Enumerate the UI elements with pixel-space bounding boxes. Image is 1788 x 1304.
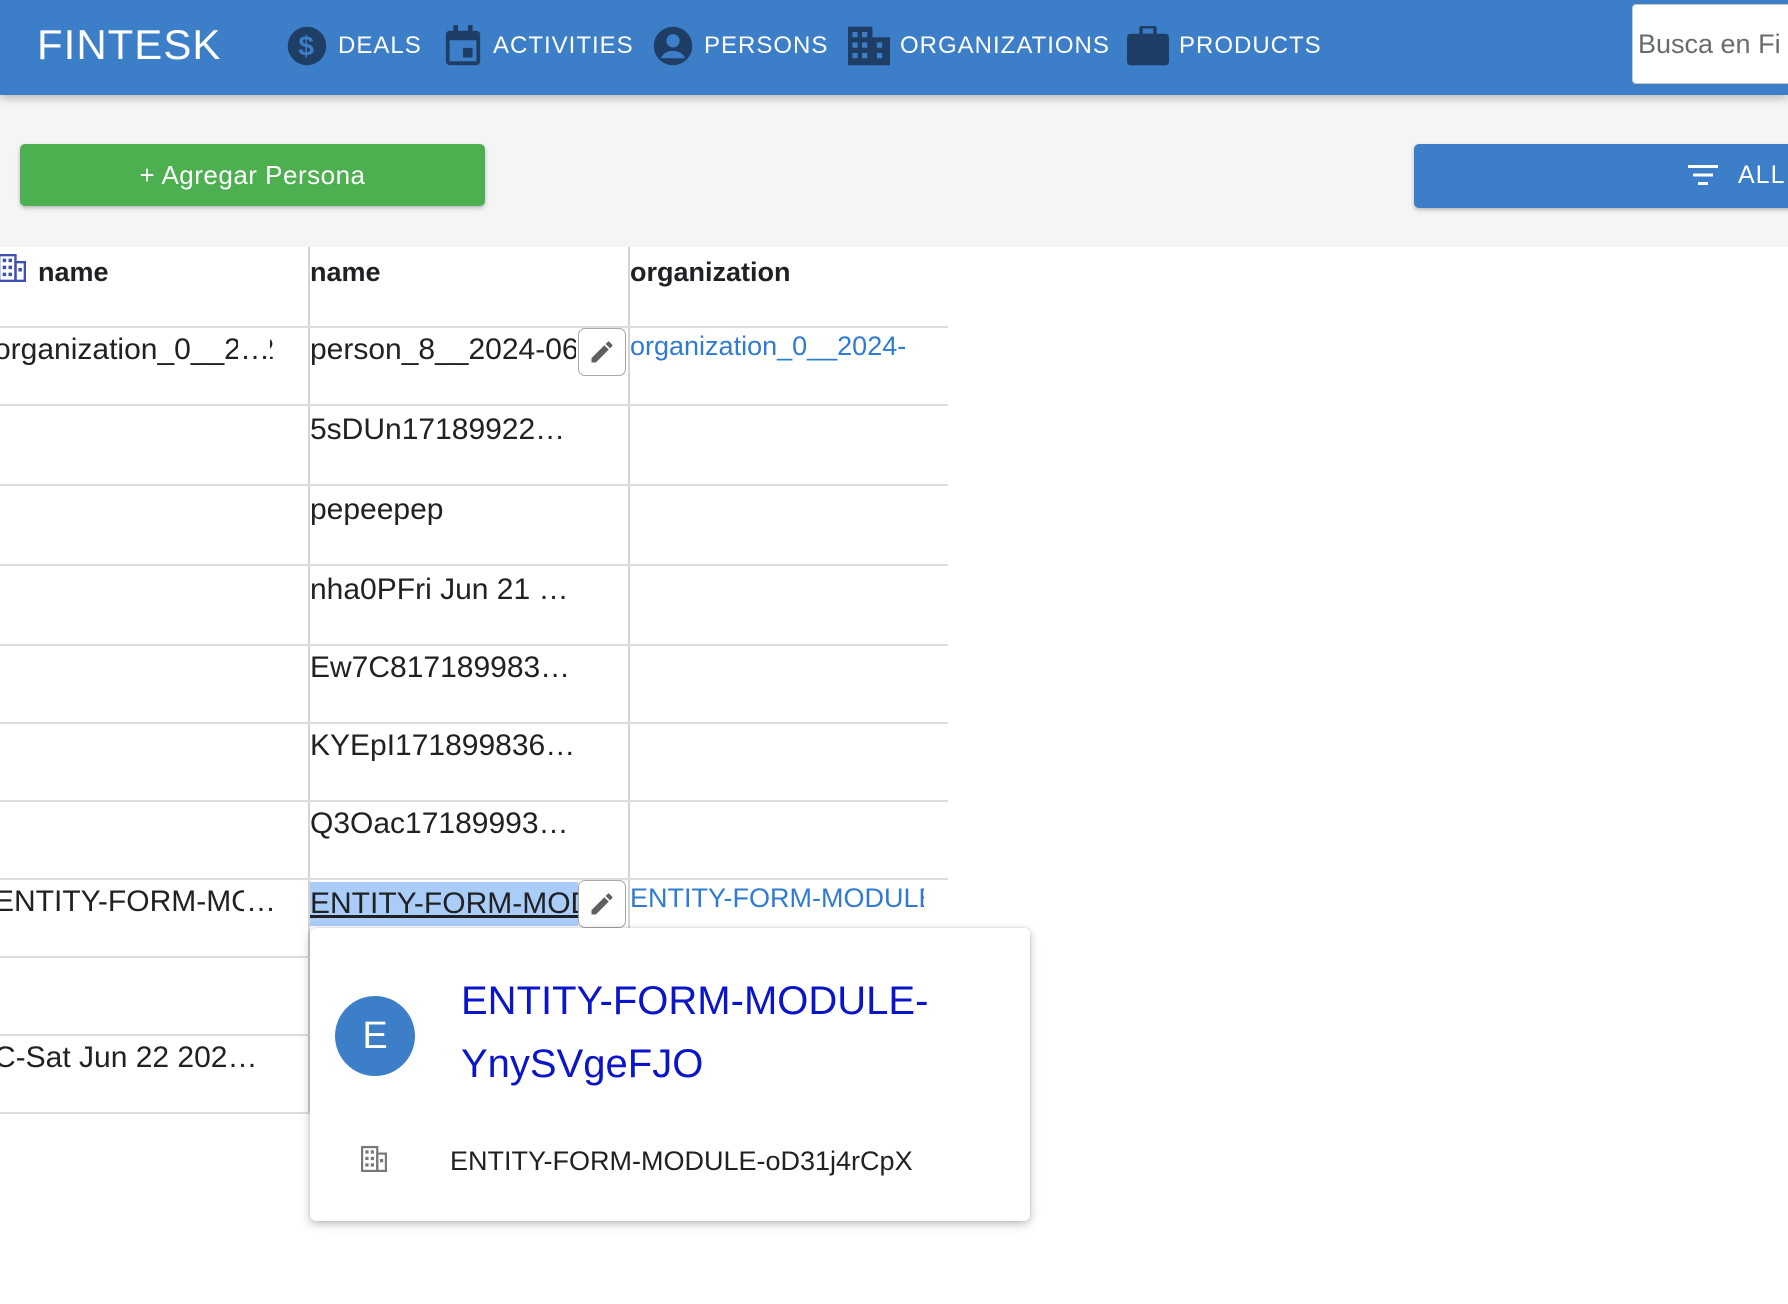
nav-deals-label: DEALS bbox=[338, 32, 422, 59]
row-divider bbox=[0, 404, 948, 406]
row-divider bbox=[0, 800, 948, 802]
table-cell-name[interactable]: nha0PFri Jun 21 … bbox=[310, 573, 620, 607]
row-divider bbox=[0, 722, 948, 724]
nav-organizations-label: ORGANIZATIONS bbox=[900, 32, 1110, 59]
table-cell-org-name[interactable]: ENTITY-FORM-MODULE-oD31j4rCpX bbox=[0, 885, 274, 919]
dollar-circle-icon: $ bbox=[287, 26, 327, 66]
table-cell-name[interactable]: pepeepep bbox=[310, 493, 620, 527]
app-logo[interactable]: FINTESK bbox=[37, 20, 221, 70]
search-input[interactable] bbox=[1632, 4, 1788, 84]
nav-organizations[interactable]: ORGANIZATIONS bbox=[848, 22, 1110, 70]
row-divider bbox=[0, 1112, 310, 1114]
table-cell-name[interactable]: Ew7C817189983… bbox=[310, 651, 620, 685]
organization-link[interactable]: ENTITY-FORM-MODULE bbox=[630, 883, 924, 914]
popover-organization[interactable]: ENTITY-FORM-MODULE-oD31j4rCpX bbox=[450, 1146, 913, 1177]
organization-link[interactable]: organization_0__2024- bbox=[630, 331, 930, 362]
row-divider bbox=[0, 644, 948, 646]
filter-button[interactable]: ALL bbox=[1414, 144, 1788, 208]
edit-button[interactable] bbox=[578, 880, 626, 928]
pencil-icon bbox=[591, 893, 613, 915]
table-cell-org-name[interactable]: C-Sat Jun 22 202… bbox=[0, 1041, 294, 1075]
column-header-organization[interactable]: organization bbox=[630, 257, 791, 288]
nav-persons-label: PERSONS bbox=[704, 32, 829, 59]
row-divider bbox=[0, 1034, 310, 1036]
calendar-icon bbox=[445, 25, 481, 66]
pencil-icon bbox=[591, 341, 613, 363]
add-person-button[interactable]: + Agregar Persona bbox=[20, 144, 485, 206]
nav-products-label: PRODUCTS bbox=[1179, 32, 1322, 59]
top-navigation-bar: FINTESK $ DEALS ACTIVITIES PERSONS ORGAN… bbox=[0, 0, 1788, 95]
table-cell-name[interactable]: KYEpI171899836… bbox=[310, 729, 620, 763]
row-divider bbox=[0, 878, 948, 880]
building-icon bbox=[0, 254, 26, 282]
column-header-name[interactable]: name bbox=[310, 257, 381, 288]
filter-icon bbox=[1688, 165, 1718, 185]
filter-button-label: ALL bbox=[1738, 161, 1786, 189]
building-icon bbox=[848, 26, 890, 66]
row-divider bbox=[0, 564, 948, 566]
table-cell-name-selected[interactable]: ENTITY-FORM-MODULE-YnySVgeFJO bbox=[310, 882, 578, 926]
table-cell-name[interactable]: 5sDUn17189922… bbox=[310, 413, 620, 447]
svg-text:$: $ bbox=[298, 31, 315, 62]
person-circle-icon bbox=[653, 26, 693, 66]
nav-activities[interactable]: ACTIVITIES bbox=[443, 22, 634, 70]
table-cell-name[interactable]: Q3Oac17189993… bbox=[310, 807, 620, 841]
person-preview-popover: E ENTITY-FORM-MODULE-YnySVgeFJO ENTITY-F… bbox=[310, 928, 1030, 1221]
nav-activities-label: ACTIVITIES bbox=[493, 32, 634, 59]
briefcase-icon bbox=[1127, 26, 1169, 66]
nav-deals[interactable]: $ DEALS bbox=[286, 22, 422, 70]
table-cell-org-name[interactable]: organization_0__2024-06-21 bbox=[0, 333, 274, 367]
nav-persons[interactable]: PERSONS bbox=[652, 22, 828, 70]
edit-button[interactable] bbox=[578, 328, 626, 376]
building-icon bbox=[361, 1146, 387, 1172]
nav-products[interactable]: PRODUCTS bbox=[1127, 22, 1322, 70]
row-divider bbox=[0, 326, 948, 328]
table-cell-org-name-ellipsis: … bbox=[244, 885, 276, 919]
person-title-link[interactable]: ENTITY-FORM-MODULE-YnySVgeFJO bbox=[461, 970, 981, 1096]
row-divider bbox=[0, 956, 310, 958]
table-cell-org-name-ellipsis: … bbox=[238, 333, 270, 367]
avatar: E bbox=[335, 996, 415, 1076]
row-divider bbox=[0, 484, 948, 486]
column-header-org-name[interactable]: name bbox=[38, 257, 109, 288]
table-cell-name[interactable]: person_8__2024-06-21 bbox=[310, 333, 576, 367]
